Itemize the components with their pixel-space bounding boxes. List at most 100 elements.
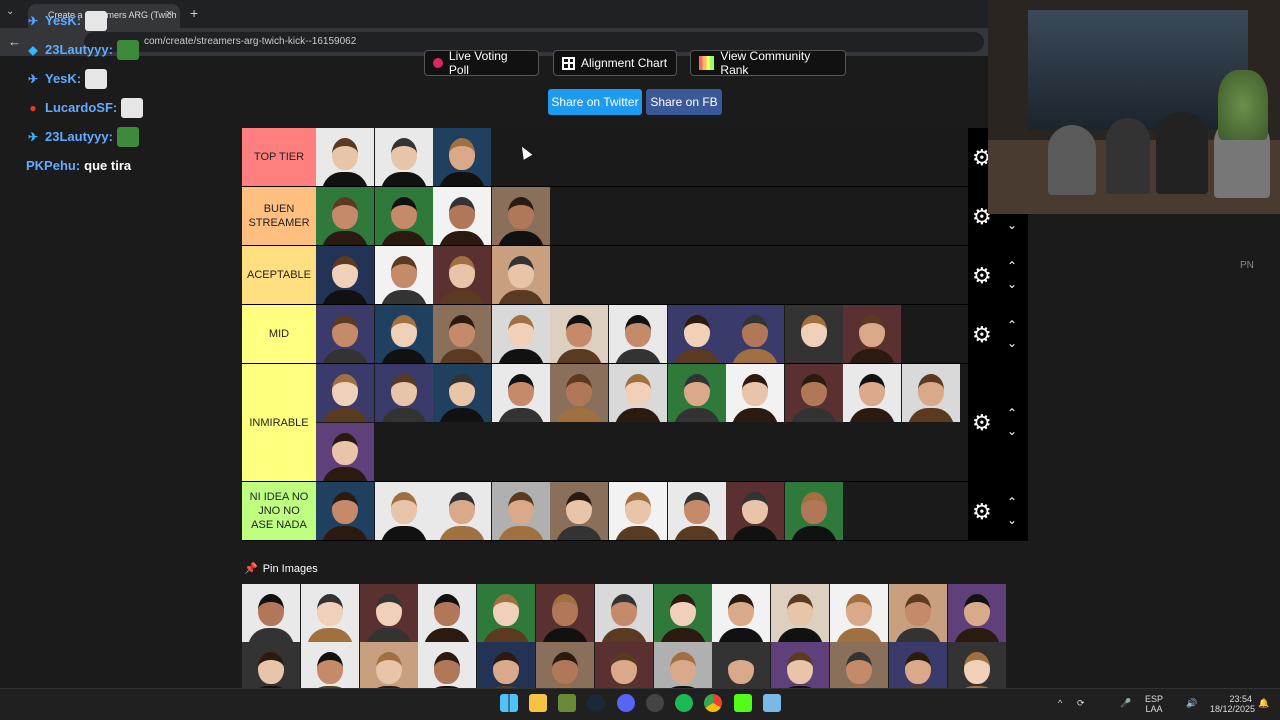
chevron-up-icon[interactable]: ⌃ <box>1004 319 1020 331</box>
streamer-portrait[interactable] <box>374 364 433 422</box>
streamer-portrait[interactable] <box>726 305 785 363</box>
streamer-portrait[interactable] <box>491 305 550 363</box>
tab-list-icon[interactable]: ⌄ <box>6 6 14 17</box>
pool-portrait[interactable] <box>536 584 594 642</box>
community-rank-button[interactable]: View Community Rank <box>690 49 846 77</box>
streamer-portrait[interactable] <box>609 482 667 540</box>
spotify-icon[interactable] <box>675 694 693 712</box>
steam-icon[interactable] <box>587 694 605 712</box>
streamer-portrait[interactable] <box>374 246 433 304</box>
streamer-portrait[interactable] <box>316 128 374 186</box>
language-indicator[interactable]: ESP LAA <box>1145 694 1163 714</box>
gear-icon[interactable]: ⚙ <box>972 412 994 434</box>
chevron-down-icon[interactable]: ⌄ <box>1004 337 1020 349</box>
streamer-portrait[interactable] <box>433 246 492 304</box>
streamer-portrait[interactable] <box>667 305 726 363</box>
gear-icon[interactable]: ⚙ <box>972 264 994 287</box>
pool-portrait[interactable] <box>653 584 712 642</box>
pool-portrait[interactable] <box>771 584 830 642</box>
streamer-portrait[interactable] <box>433 482 492 540</box>
pool-portrait[interactable] <box>947 584 1006 642</box>
streamer-portrait[interactable] <box>550 482 609 540</box>
chrome-icon[interactable] <box>704 694 722 712</box>
streamer-portrait[interactable] <box>374 128 433 186</box>
streamer-portrait[interactable] <box>843 305 902 363</box>
tier-label[interactable]: BUEN STREAMER <box>242 187 316 245</box>
streamer-portrait[interactable] <box>433 305 492 363</box>
streamer-portrait[interactable] <box>433 364 492 422</box>
volume-icon[interactable]: 🔊 <box>1186 698 1197 709</box>
chevron-up-icon[interactable]: ⌃ <box>1004 407 1020 419</box>
tier-label[interactable]: INMIRABLE <box>242 364 316 481</box>
streamer-portrait[interactable] <box>374 187 433 245</box>
chevron-up-icon[interactable]: ⌃ <box>1004 260 1020 272</box>
notification-icon[interactable]: 🔔 <box>1258 698 1269 709</box>
notepad-icon[interactable] <box>763 694 781 712</box>
live-voting-button[interactable]: Live Voting Poll <box>424 49 539 77</box>
streamer-portrait[interactable] <box>374 482 433 540</box>
tier-label[interactable]: NI IDEA NO JNO NO ASE NADA <box>242 482 316 540</box>
streamer-portrait[interactable] <box>491 187 550 245</box>
streamer-portrait[interactable] <box>667 364 726 422</box>
streamer-portrait[interactable] <box>609 364 667 422</box>
streamer-portrait[interactable] <box>316 482 374 540</box>
pool-portrait[interactable] <box>359 584 418 642</box>
streamer-portrait[interactable] <box>902 364 960 422</box>
chevron-up-icon[interactable]: ⌃ <box>1004 496 1020 508</box>
streamer-portrait[interactable] <box>726 482 785 540</box>
file-explorer-icon[interactable] <box>529 694 547 712</box>
pool-portrait[interactable] <box>242 584 300 642</box>
chevron-down-icon[interactable]: ⌄ <box>1004 514 1020 526</box>
mic-icon[interactable]: 🎤 <box>1120 698 1131 709</box>
streamer-portrait[interactable] <box>491 364 550 422</box>
tray-chevron-icon[interactable]: ^ <box>1058 698 1062 708</box>
streamer-portrait[interactable] <box>374 305 433 363</box>
streamer-portrait[interactable] <box>316 305 374 363</box>
pool-portrait[interactable] <box>888 584 947 642</box>
streamer-portrait[interactable] <box>784 482 843 540</box>
streamer-portrait[interactable] <box>784 305 843 363</box>
chat-username: PKPehu: <box>26 158 81 173</box>
pool-portrait[interactable] <box>830 584 888 642</box>
streamer-portrait[interactable] <box>316 187 374 245</box>
pool-portrait[interactable] <box>594 584 653 642</box>
streamer-portrait[interactable] <box>316 423 374 481</box>
streamer-portrait[interactable] <box>433 187 492 245</box>
streamer-portrait[interactable] <box>491 246 550 304</box>
chevron-down-icon[interactable]: ⌄ <box>1004 425 1020 437</box>
chevron-down-icon[interactable]: ⌄ <box>1004 278 1020 290</box>
streamer-portrait[interactable] <box>843 364 902 422</box>
pool-portrait[interactable] <box>418 584 477 642</box>
gear-icon[interactable]: ⚙ <box>972 323 994 346</box>
streamer-portrait[interactable] <box>316 246 374 304</box>
pool-portrait[interactable] <box>712 584 771 642</box>
kick-icon[interactable] <box>734 694 752 712</box>
streamer-portrait[interactable] <box>784 364 843 422</box>
tier-label[interactable]: MID <box>242 305 316 363</box>
streamer-portrait[interactable] <box>550 305 609 363</box>
streamer-portrait[interactable] <box>726 364 785 422</box>
obs-icon[interactable] <box>646 694 664 712</box>
share-twitter-button[interactable]: Share on Twitter <box>548 89 642 115</box>
streamer-portrait[interactable] <box>316 364 374 422</box>
gear-icon[interactable]: ⚙ <box>972 500 994 523</box>
start-icon[interactable] <box>500 694 518 712</box>
streamer-portrait[interactable] <box>491 482 550 540</box>
alignment-chart-button[interactable]: Alignment Chart <box>553 50 677 76</box>
streamer-portrait[interactable] <box>609 305 667 363</box>
tier-label[interactable]: TOP TIER <box>242 128 316 186</box>
minecraft-icon[interactable] <box>558 694 576 712</box>
tier-label[interactable]: ACEPTABLE <box>242 246 316 304</box>
pool-portrait[interactable] <box>300 584 359 642</box>
streamer-portrait[interactable] <box>667 482 726 540</box>
streamer-portrait[interactable] <box>433 128 492 186</box>
clock[interactable]: 23:54 18/12/2025 <box>1210 694 1255 714</box>
share-fb-button[interactable]: Share on FB <box>646 89 722 115</box>
network-icon[interactable]: ⟳ <box>1077 698 1085 709</box>
streamer-portrait[interactable] <box>550 364 609 422</box>
pool-portrait[interactable] <box>477 584 536 642</box>
back-arrow-icon[interactable]: ← <box>8 34 21 49</box>
pin-images-toggle[interactable]: 📌 Pin Images <box>244 562 318 576</box>
chevron-down-icon[interactable]: ⌄ <box>1004 219 1020 231</box>
discord-icon[interactable] <box>617 694 635 712</box>
